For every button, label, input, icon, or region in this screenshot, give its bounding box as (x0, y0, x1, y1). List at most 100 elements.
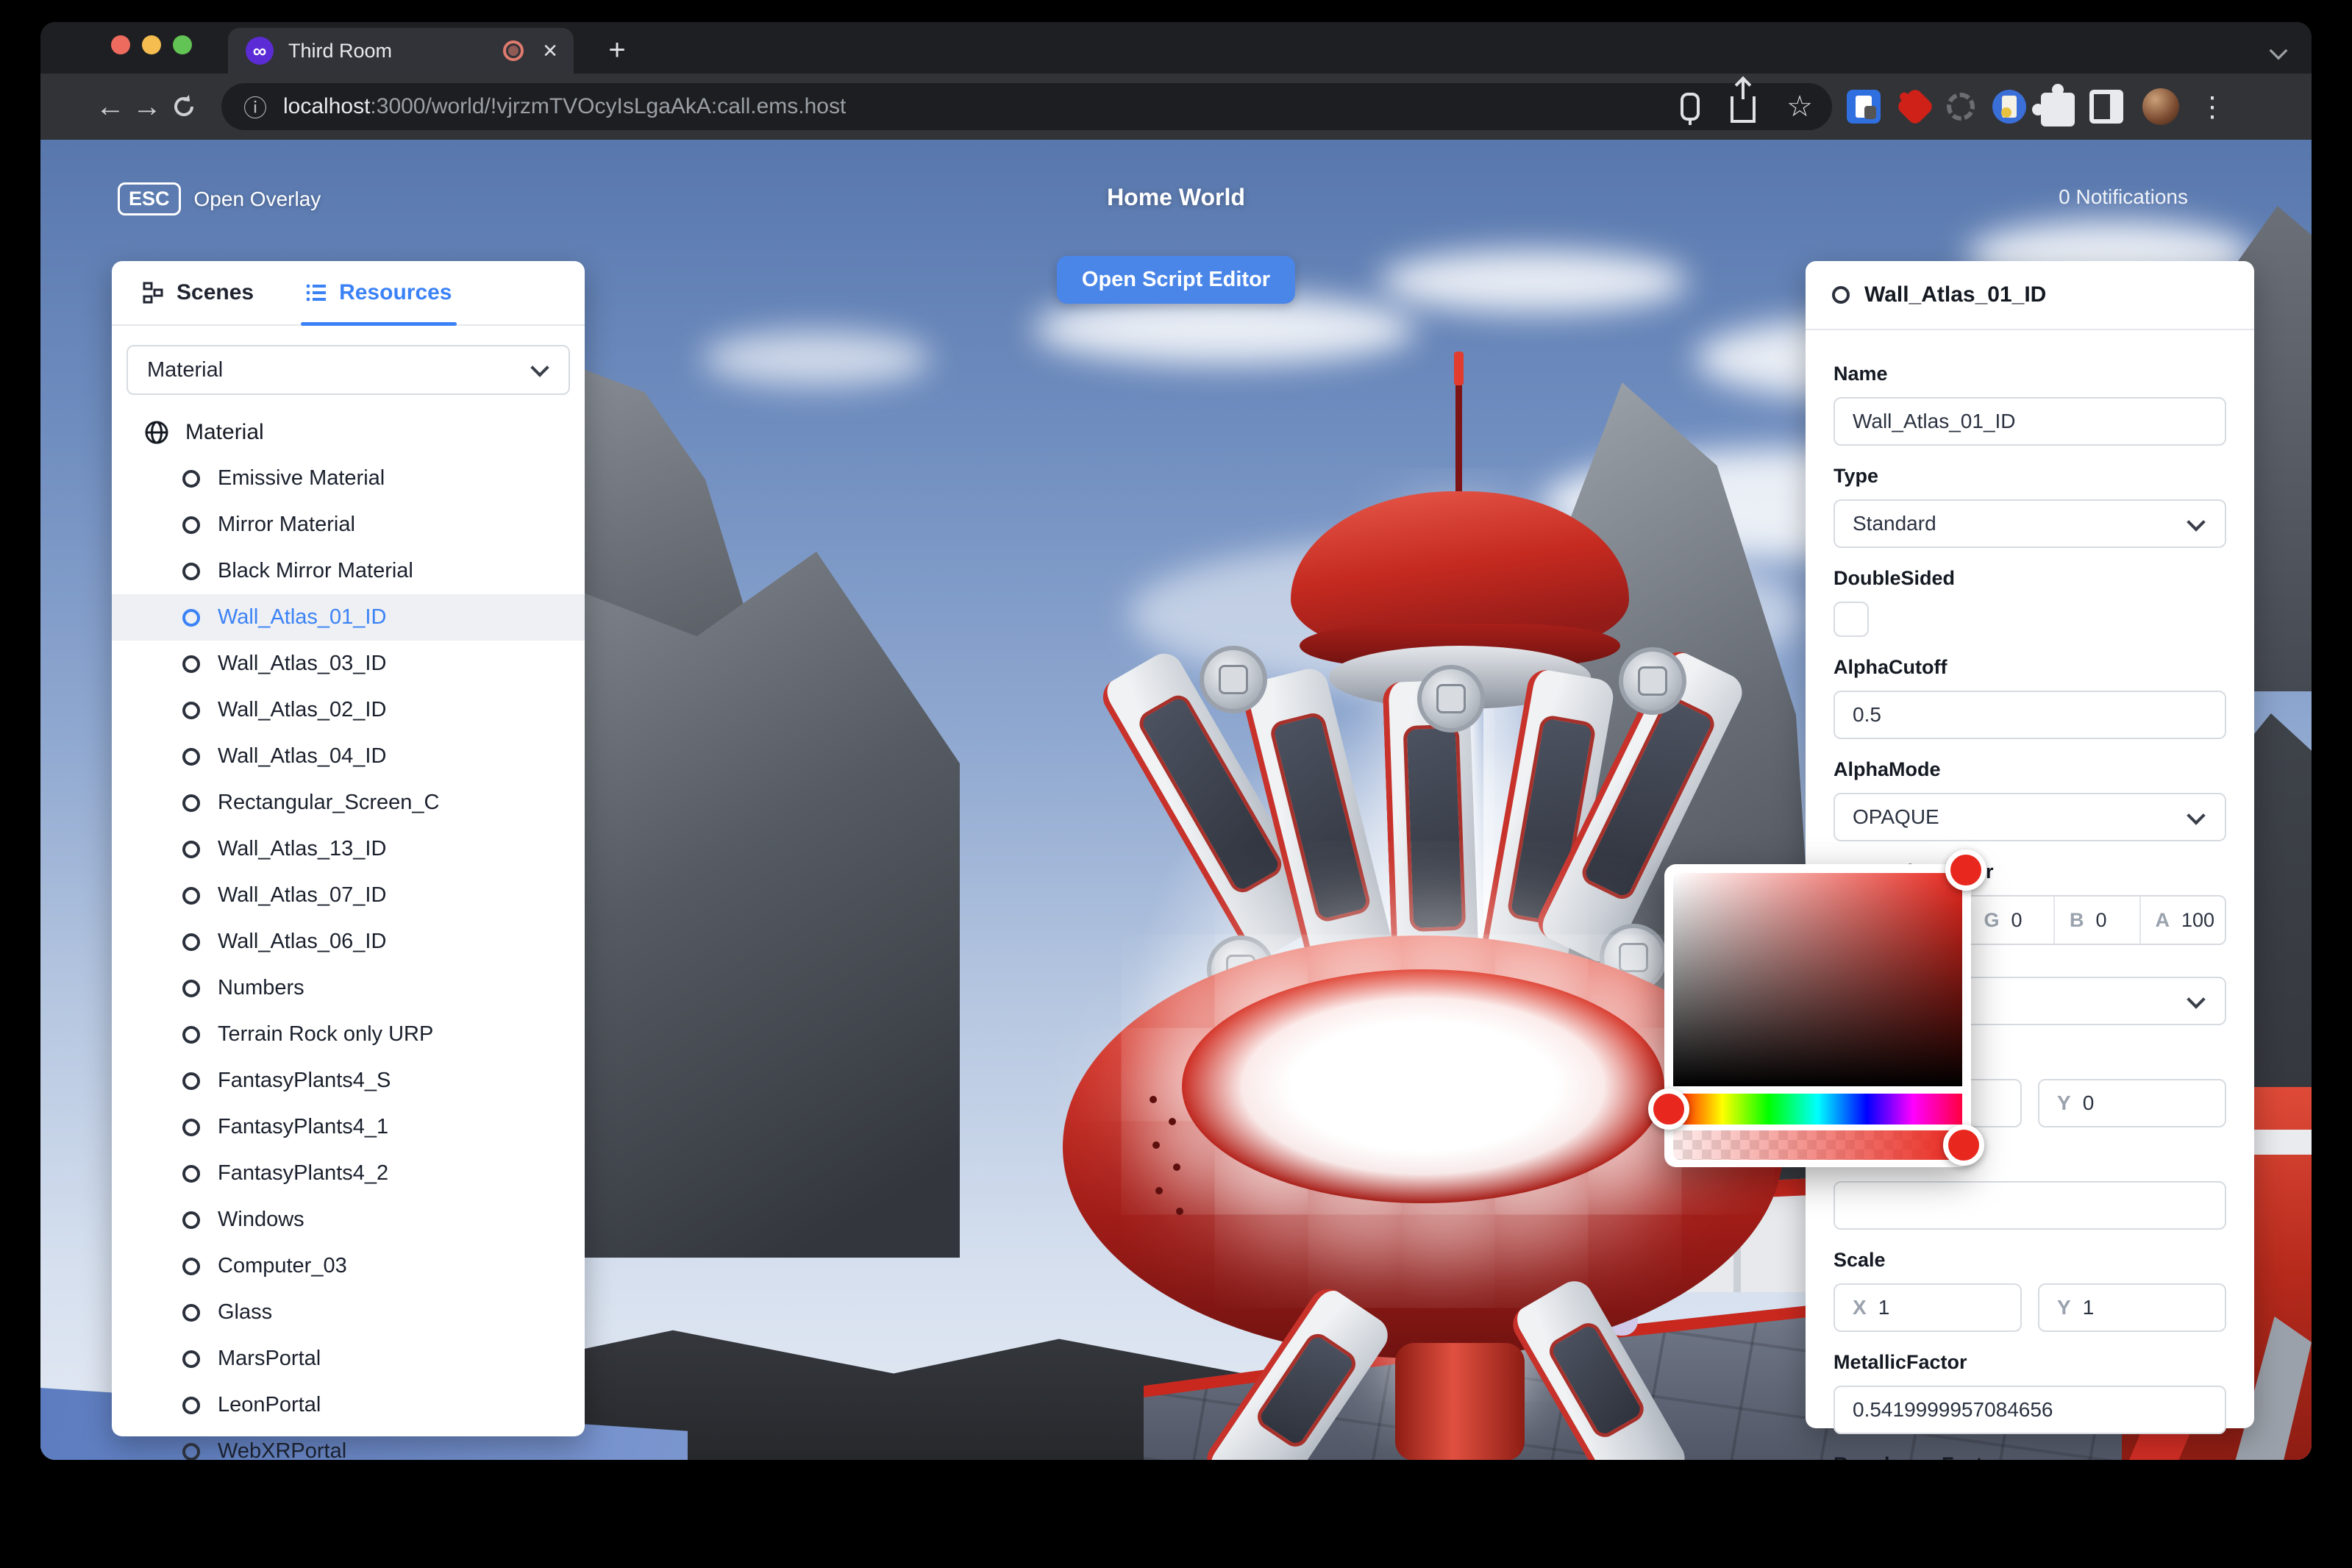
list-item[interactable]: FantasyPlants4_S (112, 1058, 585, 1104)
resource-type-select[interactable]: Material (126, 345, 570, 395)
list-item[interactable]: Computer_03 (112, 1243, 585, 1289)
list-item[interactable]: Wall_Atlas_02_ID (112, 687, 585, 733)
list-item[interactable]: Glass (112, 1289, 585, 1336)
channel-b-input[interactable]: B0 (2053, 897, 2139, 944)
tree-root-material[interactable]: Material (112, 401, 585, 455)
type-value: Standard (1853, 512, 1936, 535)
material-circle-icon (182, 1165, 200, 1183)
list-item[interactable]: LeonPortal (112, 1382, 585, 1428)
list-item[interactable]: Wall_Atlas_07_ID (112, 872, 585, 919)
profile-avatar[interactable] (2142, 88, 2179, 125)
back-button[interactable]: ← (92, 88, 129, 125)
material-circle-icon (182, 655, 200, 673)
list-item[interactable]: Black Mirror Material (112, 548, 585, 594)
channel-g-input[interactable]: G0 (1968, 897, 2054, 944)
list-item[interactable]: Rectangular_Screen_C (112, 780, 585, 826)
password-manager-extension-icon[interactable] (1847, 90, 1881, 124)
list-item[interactable]: Terrain Rock only URP (112, 1011, 585, 1058)
microphone-icon[interactable] (1681, 93, 1700, 121)
alpha-handle[interactable] (1943, 1125, 1984, 1166)
material-circle-icon (182, 1304, 200, 1322)
fullscreen-window-button[interactable] (173, 35, 192, 54)
list-item[interactable]: Wall_Atlas_03_ID (112, 641, 585, 687)
tab-close-icon[interactable]: × (543, 38, 557, 63)
scale-x-input[interactable]: X1 (1834, 1283, 2022, 1332)
offset-y-input[interactable]: Y0 (2038, 1079, 2226, 1127)
tab-resources[interactable]: Resources (305, 261, 452, 324)
list-item-label: MarsPortal (218, 1347, 321, 1371)
material-circle-icon (182, 933, 200, 951)
list-item[interactable]: WebXRPortal (112, 1428, 585, 1460)
list-item[interactable]: MarsPortal (112, 1336, 585, 1382)
world-title: Home World (1107, 184, 1245, 211)
alpha-cutoff-input[interactable]: 0.5 (1834, 691, 2226, 739)
list-item[interactable]: Mirror Material (112, 502, 585, 548)
recycle-extension-icon[interactable] (1944, 90, 1978, 124)
open-overlay-hint[interactable]: ESC Open Overlay (118, 182, 321, 215)
minimize-window-button[interactable] (142, 35, 161, 54)
browser-toolbar: ← → ⓘ localhost:3000/world/!vjrzmTVOcyIs… (40, 74, 2312, 140)
browser-tab[interactable]: ∞ Third Room × (228, 28, 574, 74)
channel-value: 0 (2011, 909, 2023, 932)
list-item[interactable]: Emissive Material (112, 455, 585, 502)
list-item[interactable]: Wall_Atlas_13_ID (112, 826, 585, 872)
material-circle-icon (182, 794, 200, 812)
share-icon[interactable] (1731, 96, 1756, 123)
document-extension-icon[interactable] (1992, 90, 2026, 124)
chevron-down-icon (2187, 806, 2205, 824)
reload-button[interactable] (165, 88, 202, 125)
alpha-mode-select[interactable]: OPAQUE (1834, 793, 2226, 841)
hue-handle[interactable] (1648, 1088, 1689, 1130)
list-item[interactable]: Windows (112, 1197, 585, 1243)
extensions-puzzle-icon[interactable] (2041, 93, 2075, 126)
notifications-counter[interactable]: 0 Notifications (2059, 185, 2188, 209)
list-item[interactable]: FantasyPlants4_2 (112, 1150, 585, 1197)
saturation-value-area[interactable] (1673, 873, 1962, 1086)
rotation-input[interactable] (1834, 1181, 2226, 1230)
metallic-factor-input[interactable]: 0.5419999957084656 (1834, 1386, 2226, 1434)
forward-button[interactable]: → (129, 88, 165, 125)
open-script-editor-button[interactable]: Open Script Editor (1057, 256, 1295, 304)
double-sided-checkbox[interactable] (1834, 602, 1869, 637)
sidebar-toggle-icon[interactable] (2089, 90, 2123, 124)
resource-type-value: Material (147, 358, 223, 382)
list-item-label: Terrain Rock only URP (218, 1022, 433, 1047)
cloud (1379, 250, 1688, 313)
sv-handle[interactable] (1945, 849, 1986, 891)
tab-scenes[interactable]: Scenes (143, 261, 254, 324)
type-select[interactable]: Standard (1834, 499, 2226, 548)
hue-slider[interactable] (1673, 1094, 1962, 1125)
red-diamond-extension-icon[interactable] (1895, 87, 1935, 126)
material-circle-icon (182, 609, 200, 627)
browser-menu-icon[interactable]: ⋮ (2198, 90, 2226, 124)
material-circle-icon (182, 1072, 200, 1090)
name-input[interactable]: Wall_Atlas_01_ID (1834, 397, 2226, 446)
site-info-icon[interactable]: ⓘ (243, 90, 267, 124)
metallic-factor-value: 0.5419999957084656 (1853, 1398, 2053, 1422)
list-item-label: Glass (218, 1300, 272, 1325)
alpha-slider[interactable] (1673, 1130, 1962, 1160)
list-item[interactable]: Wall_Atlas_01_ID (112, 594, 585, 641)
scale-y-input[interactable]: Y1 (2038, 1283, 2226, 1332)
arm-joint (1200, 646, 1267, 713)
url-host: localhost (283, 94, 370, 118)
close-window-button[interactable] (111, 35, 130, 54)
list-item[interactable]: Wall_Atlas_06_ID (112, 919, 585, 965)
url-bar[interactable]: ⓘ localhost:3000/world/!vjrzmTVOcyIsLgaA… (221, 83, 1832, 130)
list-item[interactable]: Wall_Atlas_04_ID (112, 733, 585, 780)
channel-a-input[interactable]: A100 (2139, 897, 2226, 944)
material-circle-icon (182, 516, 200, 534)
list-item-label: Mirror Material (218, 513, 355, 537)
list-item[interactable]: Numbers (112, 965, 585, 1011)
panel-tabs: Scenes Resources (112, 261, 585, 326)
url-text: localhost:3000/world/!vjrzmTVOcyIsLgaAkA… (283, 94, 846, 119)
new-tab-button[interactable]: + (599, 32, 635, 68)
list-item[interactable]: FantasyPlants4_1 (112, 1104, 585, 1150)
list-item-label: Wall_Atlas_06_ID (218, 930, 386, 954)
world-3d-viewport[interactable]: ESC Open Overlay Home World 0 Notificati… (40, 140, 2312, 1460)
tab-search-chevron-icon[interactable] (2270, 42, 2288, 60)
bookmark-star-icon[interactable]: ☆ (1786, 90, 1813, 124)
material-circle-icon (182, 887, 200, 905)
properties-header: Wall_Atlas_01_ID (1806, 261, 2254, 330)
alpha-mode-value: OPAQUE (1853, 805, 1939, 829)
